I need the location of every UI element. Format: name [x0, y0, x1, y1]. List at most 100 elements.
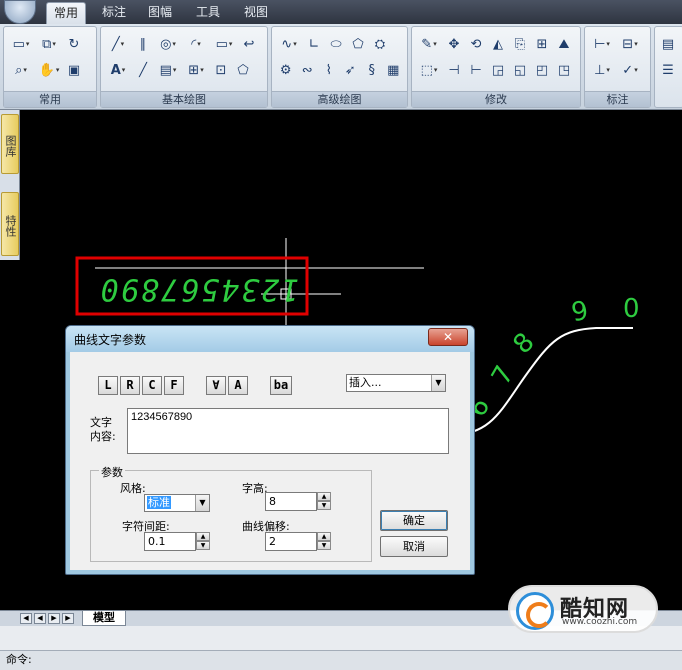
hook-icon[interactable]: ↩	[239, 34, 259, 54]
tab-frame[interactable]: 图幅	[142, 2, 178, 24]
group-more: ▤ ☰	[654, 26, 682, 108]
curve-path	[450, 327, 633, 436]
group-annotate: ⊢ ▾ ⊟ ▾ ⊥ ▾ ✓ ▾ 标注	[584, 26, 651, 108]
command-line[interactable]: 命令:	[0, 650, 682, 670]
dialog-close-button[interactable]: ✕	[428, 328, 468, 346]
params-legend: 参数	[99, 464, 125, 480]
ellipse-icon[interactable]: ⬭	[326, 34, 346, 54]
mirror-icon[interactable]: ◭	[488, 34, 508, 54]
properties-icon[interactable]: ▤	[658, 34, 678, 54]
orient-up-button[interactable]: A	[228, 376, 248, 395]
rotate-icon[interactable]: ⟲	[466, 34, 486, 54]
copy-icon[interactable]: ⎘	[510, 34, 530, 54]
point-icon[interactable]: ⊡	[211, 60, 231, 80]
layer-icon[interactable]: ▣	[64, 60, 84, 80]
trim-icon[interactable]: ⊣	[444, 60, 464, 80]
zoom-icon[interactable]: ⌕ ▾	[8, 60, 34, 80]
scale-icon[interactable]: ⬚ ▾	[416, 60, 442, 80]
group-modify: ✎ ▾ ✥ ⟲ ◭ ⎘ ⊞ ⛰ ⬚ ▾ ⊣ ⊢ ◲ ◱ ◰ ◳ 修改	[411, 26, 581, 108]
height-input[interactable]: 8 ▲ ▼	[265, 492, 331, 511]
hatch-icon[interactable]: ▤ ▾	[155, 60, 181, 80]
align-right-button[interactable]: R	[120, 376, 140, 395]
centerline-icon[interactable]: ╱	[133, 60, 153, 80]
side-tab-library[interactable]: 图库	[1, 114, 19, 174]
spline-icon[interactable]: ∿ ▾	[276, 34, 302, 54]
wave-icon[interactable]: ∾	[298, 60, 318, 80]
break-icon[interactable]: ◲	[488, 60, 508, 80]
insert-select[interactable]: 插入... ▼	[346, 374, 446, 392]
tab-view[interactable]: 视图	[238, 2, 274, 24]
erase-icon[interactable]: ✎ ▾	[416, 34, 442, 54]
align-left-button[interactable]: L	[98, 376, 118, 395]
spin-down-icon[interactable]: ▼	[317, 501, 331, 510]
height-label: 字高:	[242, 482, 268, 495]
angle-icon[interactable]: ∟	[304, 34, 324, 54]
spin-down-icon[interactable]: ▼	[196, 541, 210, 550]
first-layout-icon[interactable]: ◀	[20, 613, 32, 624]
style-select-value: 标准	[147, 496, 171, 509]
array-icon[interactable]: ⊞	[532, 34, 552, 54]
offset-input[interactable]: 2 ▲ ▼	[265, 532, 331, 551]
style-select[interactable]: 标准 ▼	[144, 494, 210, 512]
application-menu-button[interactable]	[4, 0, 36, 24]
prev-layout-icon[interactable]: ◀	[34, 613, 46, 624]
last-layout-icon[interactable]: ▶	[62, 613, 74, 624]
circle-icon[interactable]: ◎ ▾	[155, 34, 181, 54]
spin-down-icon[interactable]: ▼	[317, 541, 331, 550]
leader-icon[interactable]: ⊥ ▾	[589, 60, 615, 80]
chamfer-icon[interactable]: ◰	[532, 60, 552, 80]
polygon-icon[interactable]: ⬠	[233, 60, 253, 80]
align-fit-button[interactable]: F	[164, 376, 184, 395]
dimension-icon[interactable]: ⊢ ▾	[589, 34, 615, 54]
align-center-button[interactable]: C	[142, 376, 162, 395]
block-icon[interactable]: ⊞ ▾	[183, 60, 209, 80]
cancel-button[interactable]: 取消	[380, 536, 448, 557]
group-label-advanced-draw: 高级绘图	[272, 91, 407, 107]
surface-finish-icon[interactable]: ✓ ▾	[617, 60, 643, 80]
text-icon[interactable]: A ▾	[105, 60, 131, 80]
next-layout-icon[interactable]: ▶	[48, 613, 60, 624]
table-icon[interactable]: ▦	[384, 60, 404, 80]
spin-up-icon[interactable]: ▲	[196, 532, 210, 541]
spin-up-icon[interactable]: ▲	[317, 532, 331, 541]
refresh-icon[interactable]: ↻	[64, 34, 84, 54]
dialog-titlebar[interactable]: 曲线文字参数 ✕	[66, 326, 474, 352]
arc-icon[interactable]: ◜ ▾	[183, 34, 209, 54]
chevron-down-icon: ▼	[431, 375, 445, 391]
tab-tools[interactable]: 工具	[190, 2, 226, 24]
explode-icon[interactable]: ◳	[554, 60, 574, 80]
rectangle-icon[interactable]: ▭ ▾	[211, 34, 237, 54]
line-icon[interactable]: ╱ ▾	[105, 34, 131, 54]
pentagon-icon[interactable]: ⬠	[348, 34, 368, 54]
model-tab[interactable]: 模型	[82, 611, 126, 626]
tab-dimension[interactable]: 标注	[96, 2, 132, 24]
breakline-icon[interactable]: ⌇	[319, 60, 339, 80]
parallel-line-icon[interactable]: ∥	[133, 34, 153, 54]
tolerance-icon[interactable]: ⊟ ▾	[617, 34, 643, 54]
extend-icon[interactable]: ⊢	[466, 60, 486, 80]
move-icon[interactable]: ✥	[444, 34, 464, 54]
orient-down-button[interactable]: ∀	[206, 376, 226, 395]
gear-icon[interactable]: ⚙	[276, 60, 296, 80]
new-file-icon[interactable]: ▭ ▾	[8, 34, 34, 54]
curve-text-dialog: 曲线文字参数 ✕ L R C F ∀ A ba 插入... ▼ 文字 内容: 1…	[65, 325, 475, 575]
pan-icon[interactable]: ✋ ▾	[36, 60, 62, 80]
spring-icon[interactable]: §	[362, 60, 382, 80]
text-content-input[interactable]: 1234567890	[127, 408, 449, 454]
side-tab-properties[interactable]: 特性	[1, 192, 19, 256]
spacing-input[interactable]: 0.1 ▲ ▼	[144, 532, 210, 551]
curve-digit-7: 7	[486, 361, 520, 390]
open-file-icon[interactable]: ⧉ ▾	[36, 34, 62, 54]
insert-select-value: 插入...	[349, 376, 382, 389]
tab-common[interactable]: 常用	[46, 2, 86, 24]
ok-button[interactable]: 确定	[380, 510, 448, 531]
watermark: 酷知网 www.coozhi.com	[508, 585, 658, 633]
spin-up-icon[interactable]: ▲	[317, 492, 331, 501]
orient-reverse-button[interactable]: ba	[270, 376, 292, 395]
stretch-icon[interactable]: ⛰	[554, 34, 574, 54]
selected-text: 1234567890	[99, 272, 300, 307]
arrow-icon[interactable]: ➶	[341, 60, 361, 80]
lineweight-icon[interactable]: ☰	[658, 60, 678, 80]
bolt-icon[interactable]: ⛭	[370, 34, 390, 54]
fillet-icon[interactable]: ◱	[510, 60, 530, 80]
